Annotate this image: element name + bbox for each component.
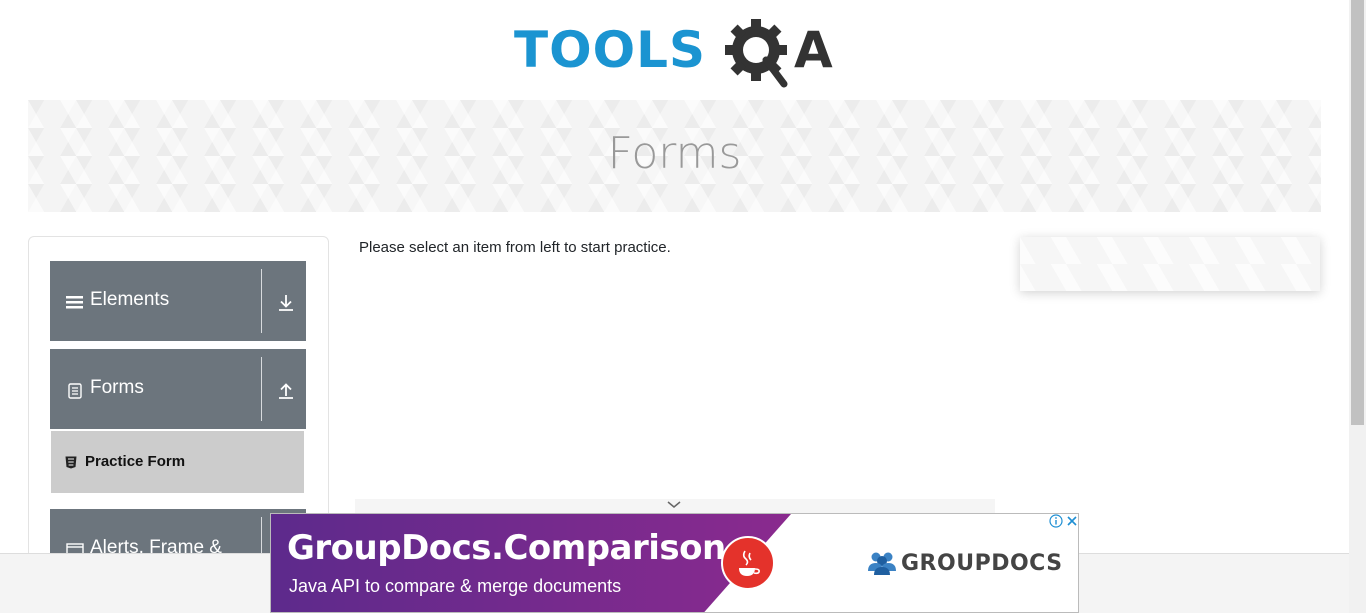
group-header-forms[interactable]: Forms: [50, 349, 306, 429]
logo-text: TOOLS: [514, 21, 706, 79]
toolsqa-logo[interactable]: TOOLS A: [514, 16, 840, 90]
group-label-elements: Elements: [90, 289, 170, 310]
close-icon[interactable]: [1065, 514, 1079, 528]
group-label-forms: Forms: [90, 377, 144, 398]
document-icon: [68, 383, 82, 399]
divider: [261, 269, 262, 333]
download-arrow-icon[interactable]: [276, 293, 296, 313]
hamburger-icon: [66, 296, 83, 309]
vertical-scrollbar[interactable]: [1349, 0, 1366, 613]
html5-icon: [65, 456, 77, 469]
menu-item-practice-form[interactable]: Practice Form: [51, 431, 304, 493]
groupdocs-people-icon: [868, 552, 896, 575]
gear-magnifier-icon: [725, 19, 788, 88]
ad-brand-name: GROUPDOCS: [901, 551, 1063, 576]
java-cup-icon: [721, 536, 775, 590]
chevron-down-icon[interactable]: [665, 499, 683, 511]
instructions-text: Please select an item from left to start…: [359, 239, 671, 256]
group-header-elements[interactable]: Elements: [50, 261, 306, 341]
ad-title: GroupDocs.Comparison: [287, 528, 726, 568]
page: TOOLS A Forms Elements Forms Practice Fo…: [0, 0, 1366, 613]
menu-item-label: Practice Form: [85, 453, 186, 470]
logo-a: A: [794, 21, 833, 79]
upload-arrow-icon[interactable]: [276, 381, 296, 401]
page-title: Forms: [607, 128, 742, 179]
divider: [261, 357, 262, 421]
scrollbar-thumb[interactable]: [1351, 0, 1364, 425]
groupdocs-ad[interactable]: GroupDocs.Comparison Java API to compare…: [270, 513, 1079, 613]
right-ad-placeholder: [1020, 237, 1320, 291]
page-banner: Forms: [28, 100, 1321, 212]
info-icon[interactable]: [1049, 514, 1063, 528]
ad-subtitle: Java API to compare & merge documents: [289, 576, 622, 596]
